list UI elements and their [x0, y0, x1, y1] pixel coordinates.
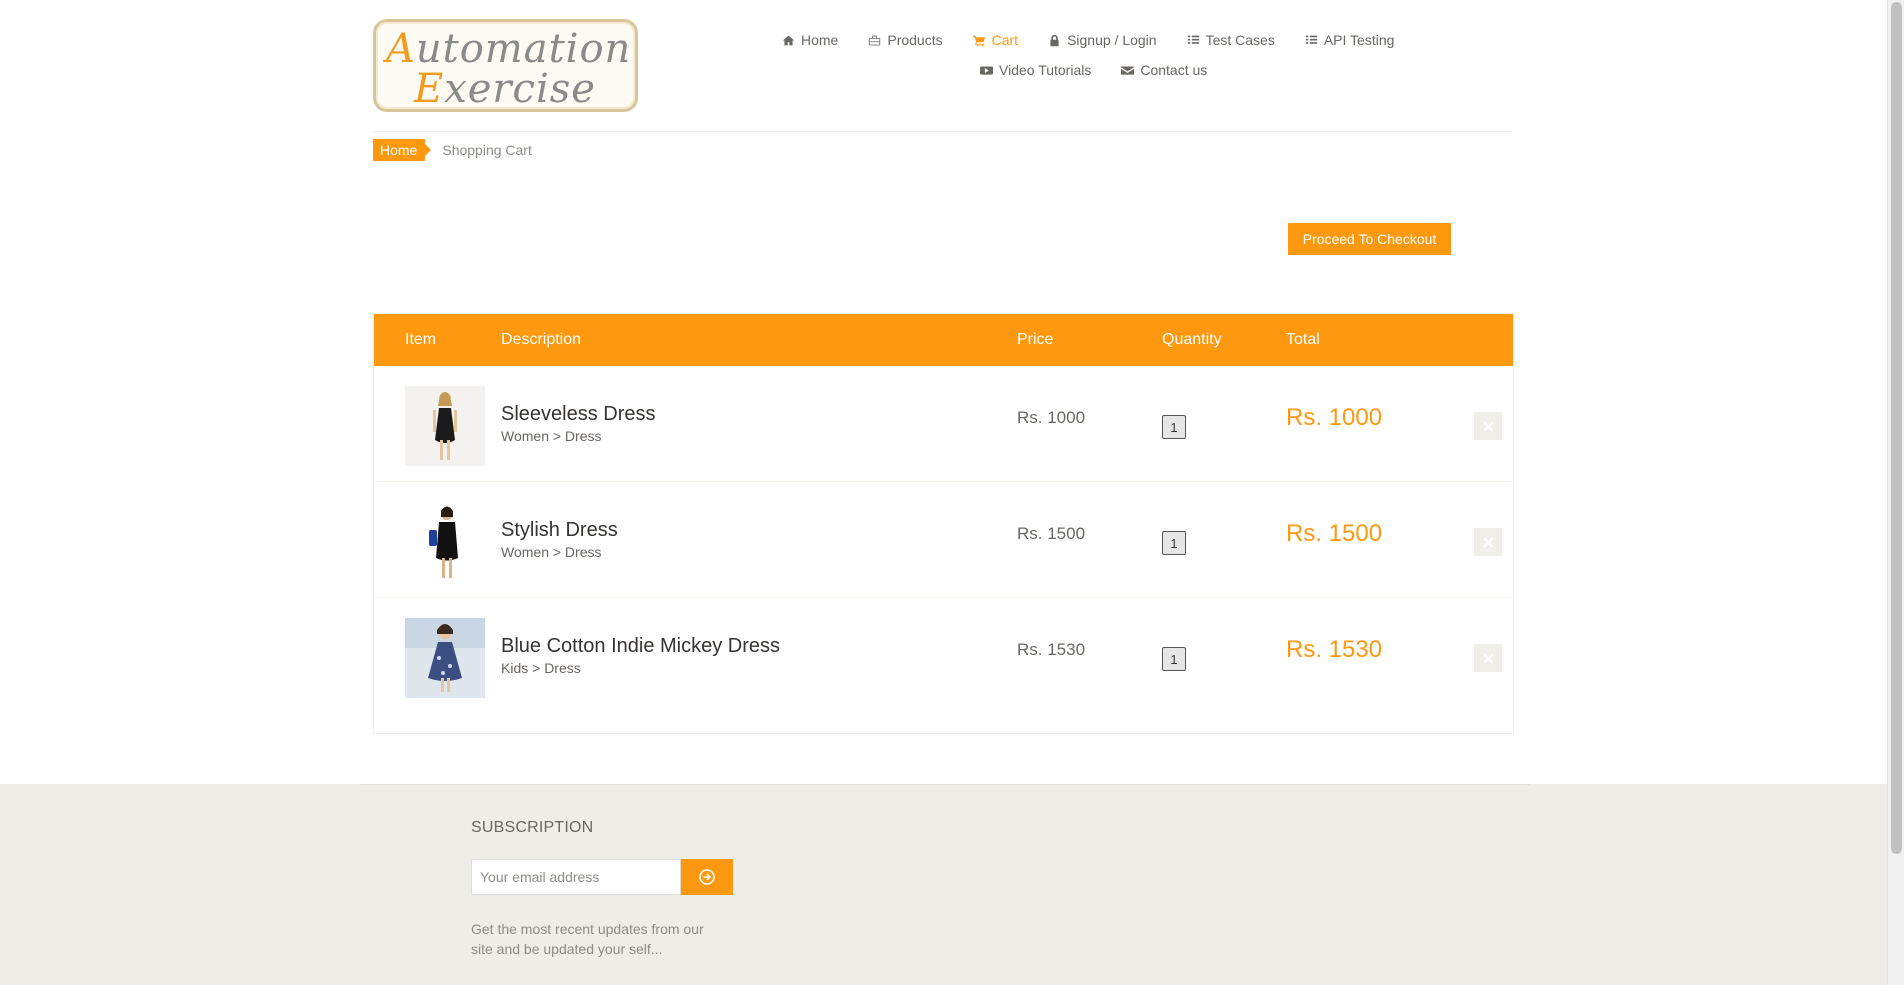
- logo-line-2: Exercise: [414, 66, 596, 112]
- product-name[interactable]: Sleeveless Dress: [501, 403, 656, 426]
- nav-products-label: Products: [887, 32, 943, 48]
- nav-home[interactable]: Home: [782, 32, 838, 48]
- home-icon: [782, 34, 795, 47]
- nav-signup-login[interactable]: Signup / Login: [1048, 32, 1157, 48]
- scrollbar-thumb[interactable]: [1891, 2, 1902, 854]
- arrow-circle-right-icon: [699, 869, 715, 885]
- product-category: Women > Dress: [501, 544, 602, 560]
- site-header: Automation Exercise Home Products Cart S…: [0, 0, 1887, 132]
- subscription-title: SUBSCRIPTION: [471, 819, 594, 836]
- header-description: Description: [501, 331, 582, 348]
- nav-signup-login-label: Signup / Login: [1067, 32, 1157, 48]
- nav-contact-us-label: Contact us: [1140, 62, 1208, 78]
- subscription-email-input[interactable]: [471, 859, 681, 895]
- nav-test-cases[interactable]: Test Cases: [1187, 32, 1275, 48]
- proceed-to-checkout-button[interactable]: Proceed To Checkout: [1288, 223, 1451, 255]
- close-icon: [1482, 536, 1494, 548]
- footer-divider: [360, 784, 1530, 785]
- cart-row: Sleeveless Dress Women > Dress Rs. 1000 …: [374, 366, 1513, 482]
- product-image[interactable]: [405, 502, 485, 582]
- nav-home-label: Home: [801, 32, 839, 48]
- logo-line-2-rest: xercise: [444, 66, 596, 112]
- subscribe-button[interactable]: [681, 859, 733, 895]
- product-name[interactable]: Stylish Dress: [501, 519, 618, 542]
- product-total: Rs. 1500: [1286, 520, 1383, 547]
- lock-icon: [1048, 34, 1061, 47]
- product-price: Rs. 1530: [1017, 640, 1086, 659]
- breadcrumb-current: Shopping Cart: [442, 142, 532, 158]
- header-quantity: Quantity: [1162, 331, 1222, 348]
- header-item: Item: [405, 331, 437, 348]
- product-name[interactable]: Blue Cotton Indie Mickey Dress: [501, 635, 780, 658]
- subscription-text: Get the most recent updates from our sit…: [471, 921, 704, 957]
- page-scrollbar[interactable]: [1887, 0, 1904, 985]
- delete-item-button[interactable]: [1474, 412, 1502, 440]
- product-quantity: 1: [1162, 647, 1186, 671]
- nav-video-tutorials[interactable]: Video Tutorials: [980, 62, 1091, 78]
- nav-contact-us[interactable]: Contact us: [1121, 62, 1207, 78]
- youtube-icon: [980, 64, 993, 77]
- header-divider: [373, 131, 1513, 132]
- close-icon: [1482, 420, 1494, 432]
- logo-initial-e: E: [414, 66, 445, 112]
- list-icon: [1187, 34, 1200, 47]
- nav-api-testing-label: API Testing: [1323, 32, 1395, 48]
- product-image[interactable]: [405, 386, 485, 466]
- delete-item-button[interactable]: [1474, 528, 1502, 556]
- product-total: Rs. 1000: [1286, 404, 1383, 431]
- product-total: Rs. 1530: [1286, 636, 1383, 663]
- delete-item-button[interactable]: [1474, 644, 1502, 672]
- breadcrumb-home[interactable]: Home: [373, 139, 432, 161]
- header-total: Total: [1286, 331, 1320, 348]
- cart-row: Blue Cotton Indie Mickey Dress Kids > Dr…: [374, 598, 1513, 714]
- site-logo[interactable]: Automation Exercise: [373, 19, 638, 112]
- nav-video-tutorials-label: Video Tutorials: [999, 62, 1092, 78]
- product-category: Kids > Dress: [501, 660, 581, 676]
- product-price: Rs. 1000: [1017, 408, 1086, 427]
- envelope-icon: [1121, 64, 1135, 77]
- header-price: Price: [1017, 331, 1054, 348]
- nav-cart-label: Cart: [991, 32, 1019, 48]
- nav-test-cases-label: Test Cases: [1205, 32, 1275, 48]
- product-image[interactable]: [405, 618, 485, 698]
- cart-table: Item Description Price Quantity Total Sl…: [373, 313, 1514, 734]
- list-icon: [1305, 34, 1318, 47]
- cart-row: Stylish Dress Women > Dress Rs. 1500 1 R…: [374, 482, 1513, 598]
- main-nav: Home Products Cart Signup / Login Test C…: [780, 28, 1420, 82]
- breadcrumb: Home Shopping Cart: [373, 139, 532, 161]
- nav-cart[interactable]: Cart: [972, 32, 1019, 48]
- products-icon: [868, 34, 881, 47]
- product-category: Women > Dress: [501, 428, 602, 444]
- product-price: Rs. 1500: [1017, 524, 1086, 543]
- logo-initial-a: A: [386, 26, 416, 72]
- product-quantity: 1: [1162, 531, 1186, 555]
- site-footer: SUBSCRIPTION Get the most recent updates…: [0, 784, 1887, 985]
- nav-products[interactable]: Products: [868, 32, 943, 48]
- close-icon: [1482, 652, 1494, 664]
- cart-table-header: Item Description Price Quantity Total: [374, 314, 1513, 366]
- nav-api-testing[interactable]: API Testing: [1305, 32, 1395, 48]
- product-quantity: 1: [1162, 415, 1186, 439]
- cart-icon: [972, 34, 986, 47]
